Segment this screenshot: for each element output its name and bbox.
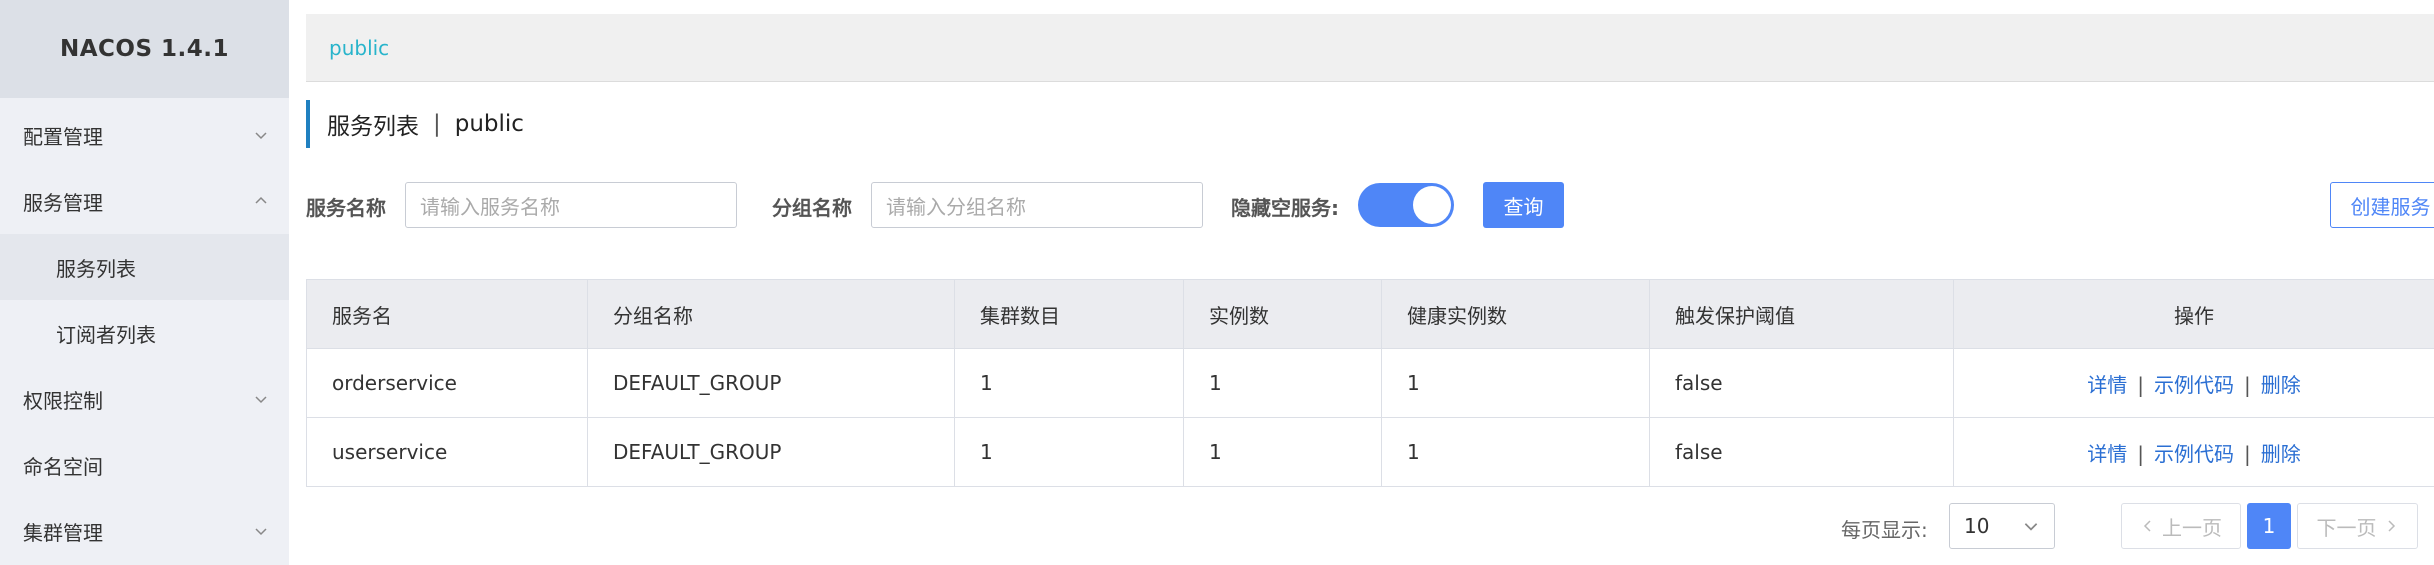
cell-service-name: orderservice: [306, 348, 588, 418]
sidebar-item-config-mgmt[interactable]: 配置管理: [0, 102, 289, 168]
namespace-tab-public[interactable]: public: [329, 36, 389, 60]
cell-service-name: userservice: [306, 417, 588, 487]
cell-group-name: DEFAULT_GROUP: [587, 348, 955, 418]
detail-link[interactable]: 详情: [2087, 442, 2127, 466]
cell-group-name: DEFAULT_GROUP: [587, 417, 955, 487]
cell-instance-count: 1: [1183, 417, 1382, 487]
sidebar-item-permission[interactable]: 权限控制: [0, 366, 289, 432]
pagination: 每页显示: 10 上一页 1 下一页: [289, 503, 2434, 549]
page-title-main: 服务列表: [327, 114, 419, 140]
cell-threshold: false: [1649, 417, 1954, 487]
next-page-label: 下一页: [2316, 515, 2377, 540]
action-separator: |: [2244, 372, 2251, 397]
chevron-down-icon: [255, 396, 267, 404]
cell-instance-count: 1: [1183, 348, 1382, 418]
sidebar-item-label: 服务列表: [56, 256, 136, 281]
chevron-right-icon: [2387, 520, 2395, 532]
prev-page-label: 上一页: [2162, 515, 2222, 540]
toggle-knob: [1413, 186, 1451, 224]
namespace-bar: public: [306, 14, 2434, 82]
sidebar-item-label: 命名空间: [23, 454, 103, 479]
sample-code-link[interactable]: 示例代码: [2154, 373, 2234, 397]
action-separator: |: [2137, 372, 2144, 397]
sidebar-item-label: 集群管理: [23, 520, 103, 545]
header-operations: 操作: [1953, 279, 2434, 349]
chevron-left-icon: [2143, 520, 2151, 532]
page-size-value: 10: [1964, 514, 1990, 538]
sidebar-item-subscriber-list[interactable]: 订阅者列表: [0, 300, 289, 366]
cell-threshold: false: [1649, 348, 1954, 418]
action-separator: |: [2244, 441, 2251, 466]
service-table: 服务名 分组名称 集群数目 实例数 健康实例数 触发保护阈值 操作 orders…: [306, 279, 2434, 487]
sidebar-item-namespace[interactable]: 命名空间: [0, 432, 289, 498]
cell-operations: 详情 | 示例代码 | 删除: [1953, 417, 2434, 487]
filter-bar: 服务名称 请输入服务名称 分组名称 请输入分组名称 隐藏空服务: 查询 创建服务: [306, 180, 2434, 228]
cell-healthy-count: 1: [1381, 348, 1650, 418]
table-row: orderservice DEFAULT_GROUP 1 1 1 false 详…: [306, 348, 2434, 418]
sidebar: NACOS 1.4.1 配置管理 服务管理 服务列表 订阅者列表 权限控制 命名…: [0, 0, 289, 565]
service-name-input[interactable]: 请输入服务名称: [405, 182, 737, 228]
table-header-row: 服务名 分组名称 集群数目 实例数 健康实例数 触发保护阈值 操作: [306, 279, 2434, 349]
cell-cluster-count: 1: [954, 417, 1184, 487]
delete-link[interactable]: 删除: [2261, 442, 2301, 466]
page-title-namespace: public: [454, 111, 524, 137]
chevron-down-icon: [255, 528, 267, 536]
sidebar-item-service-mgmt[interactable]: 服务管理: [0, 168, 289, 234]
sidebar-item-label: 权限控制: [23, 388, 103, 413]
sidebar-item-label: 配置管理: [23, 124, 103, 149]
header-cluster-count: 集群数目: [954, 279, 1184, 349]
page-title: 服务列表 | public: [306, 100, 524, 148]
prev-page-button[interactable]: 上一页: [2121, 503, 2241, 549]
group-name-input[interactable]: 请输入分组名称: [871, 182, 1203, 228]
cell-healthy-count: 1: [1381, 417, 1650, 487]
query-button[interactable]: 查询: [1483, 182, 1564, 228]
page-size-label: 每页显示:: [1841, 518, 1928, 542]
header-group-name: 分组名称: [587, 279, 955, 349]
service-name-label: 服务名称: [306, 196, 386, 220]
chevron-up-icon: [255, 196, 267, 204]
table-row: userservice DEFAULT_GROUP 1 1 1 false 详情…: [306, 417, 2434, 487]
create-service-button[interactable]: 创建服务: [2330, 182, 2434, 228]
chevron-down-icon: [255, 132, 267, 140]
sidebar-item-service-list[interactable]: 服务列表: [0, 234, 289, 300]
sidebar-item-label: 订阅者列表: [56, 322, 156, 347]
page-title-separator: |: [433, 111, 441, 137]
logo: NACOS 1.4.1: [0, 0, 289, 98]
detail-link[interactable]: 详情: [2087, 373, 2127, 397]
cell-cluster-count: 1: [954, 348, 1184, 418]
header-instance-count: 实例数: [1183, 279, 1382, 349]
page-number-current[interactable]: 1: [2247, 503, 2291, 549]
header-threshold: 触发保护阈值: [1649, 279, 1954, 349]
hide-empty-label: 隐藏空服务:: [1231, 196, 1339, 220]
chevron-down-icon: [2024, 523, 2038, 531]
delete-link[interactable]: 删除: [2261, 373, 2301, 397]
sidebar-item-label: 服务管理: [23, 190, 103, 215]
page-size-select[interactable]: 10: [1949, 503, 2055, 549]
header-service-name: 服务名: [306, 279, 588, 349]
logo-text: NACOS 1.4.1: [59, 36, 230, 62]
cell-operations: 详情 | 示例代码 | 删除: [1953, 348, 2434, 418]
header-healthy-count: 健康实例数: [1381, 279, 1650, 349]
action-separator: |: [2137, 441, 2144, 466]
hide-empty-toggle[interactable]: [1358, 183, 1454, 227]
group-name-label: 分组名称: [772, 196, 852, 220]
sample-code-link[interactable]: 示例代码: [2154, 442, 2234, 466]
sidebar-item-cluster-mgmt[interactable]: 集群管理: [0, 498, 289, 564]
main-content: public 服务列表 | public 服务名称 请输入服务名称 分组名称 请…: [289, 0, 2434, 565]
next-page-button[interactable]: 下一页: [2297, 503, 2418, 549]
